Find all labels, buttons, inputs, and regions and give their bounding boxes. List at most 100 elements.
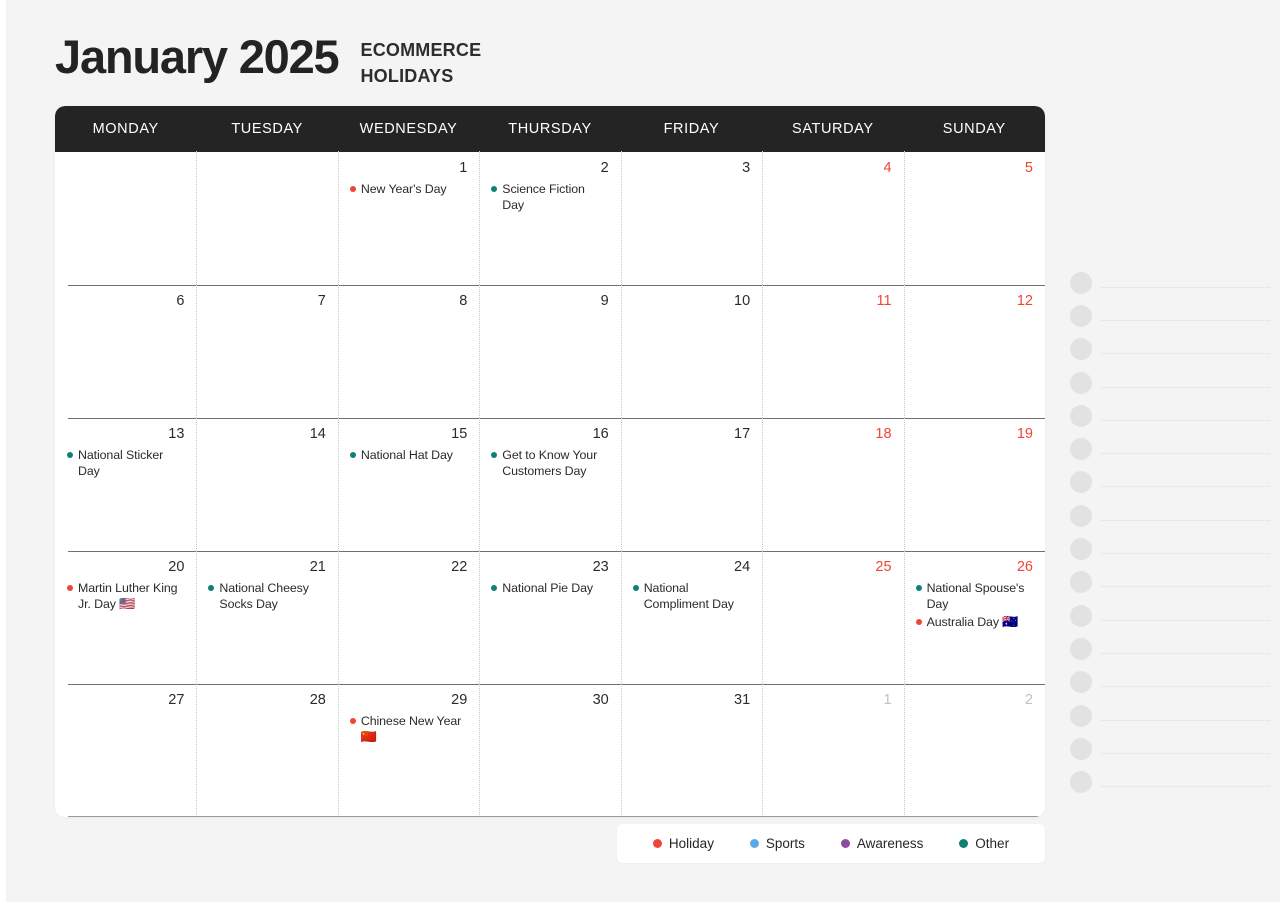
note-line[interactable]: [1070, 699, 1270, 732]
day-cell-4[interactable]: 4: [762, 151, 903, 285]
note-line[interactable]: [1070, 599, 1270, 632]
day-cell-27[interactable]: 27: [55, 684, 196, 817]
day-cell-3[interactable]: 3: [620, 151, 762, 285]
event-category-dot: [208, 585, 215, 591]
calendar-event[interactable]: Science Fiction Day: [491, 181, 608, 213]
day-number: 19: [1016, 426, 1033, 442]
note-line[interactable]: [1070, 466, 1270, 499]
calendar-event[interactable]: National Compliment Day: [632, 580, 750, 612]
note-line[interactable]: [1070, 632, 1270, 665]
day-cell-20[interactable]: 20 Martin Luther King Jr. Day 🇺🇸: [55, 551, 196, 684]
legend-item-sports[interactable]: Sports: [749, 836, 805, 851]
page-title: January 2025: [55, 30, 340, 83]
note-bullet-icon: [1070, 471, 1092, 494]
calendar-event[interactable]: Get to Know Your Customers Day: [491, 447, 608, 479]
day-number: 26: [1016, 559, 1033, 575]
note-writing-rule: [1101, 486, 1270, 488]
note-bullet-icon: [1070, 504, 1092, 527]
week-row: 6 7 8 9 10 11 12: [55, 284, 1045, 418]
calendar-event[interactable]: National Hat Day: [349, 447, 467, 463]
note-line[interactable]: [1070, 532, 1270, 565]
day-cell-15[interactable]: 15 National Hat Day: [337, 417, 479, 551]
day-cell-30[interactable]: 30: [479, 683, 620, 817]
day-cell-25[interactable]: 25: [762, 550, 903, 684]
calendar-event[interactable]: Australia Day 🇦🇺: [915, 614, 1033, 631]
day-cell-empty[interactable]: [196, 151, 337, 285]
day-cell-23[interactable]: 23 National Pie Day: [479, 550, 620, 684]
note-line[interactable]: [1070, 299, 1270, 332]
event-category-dot: [349, 186, 356, 192]
day-number: 3: [742, 160, 751, 176]
weekday-header-friday: FRIDAY: [663, 121, 720, 137]
note-line[interactable]: [1070, 266, 1270, 299]
day-cell-16[interactable]: 16 Get to Know Your Customers Day: [479, 417, 620, 551]
day-number: 14: [309, 426, 326, 442]
legend-item-holiday[interactable]: Holiday: [652, 836, 714, 851]
day-events: National Compliment Day: [632, 580, 750, 612]
day-events: New Year's Day: [349, 181, 467, 197]
note-bullet-icon: [1070, 404, 1092, 427]
day-cell-8[interactable]: 8: [337, 284, 479, 418]
day-cell-empty[interactable]: [55, 152, 196, 285]
day-number: 1: [883, 692, 892, 708]
page-header: January 2025 ECOMMERCE HOLIDAYS: [55, 32, 481, 89]
note-writing-rule: [1101, 419, 1270, 421]
day-cell-11[interactable]: 11: [762, 284, 903, 418]
day-cell-14[interactable]: 14: [196, 417, 337, 551]
note-writing-rule: [1101, 686, 1270, 688]
note-line[interactable]: [1070, 732, 1270, 765]
note-writing-rule: [1101, 652, 1270, 654]
day-number: 31: [734, 692, 751, 708]
day-number: 25: [875, 559, 892, 575]
day-cell-29[interactable]: 29 Chinese New Year 🇨🇳: [337, 683, 479, 817]
note-line[interactable]: [1070, 399, 1270, 432]
day-number: 2: [1024, 692, 1033, 708]
note-line[interactable]: [1070, 432, 1270, 465]
day-cell-26[interactable]: 26 National Spouse's Day Australia Day 🇦🇺: [903, 550, 1045, 684]
day-number: 11: [876, 293, 892, 309]
day-cell-2[interactable]: 2 Science Fiction Day: [479, 151, 620, 285]
day-cell-9[interactable]: 9: [479, 284, 620, 418]
note-writing-rule: [1101, 386, 1270, 388]
day-number: 21: [309, 559, 326, 575]
day-cell-17[interactable]: 17: [620, 417, 762, 551]
calendar-event[interactable]: National Pie Day: [491, 580, 608, 596]
day-cell-31[interactable]: 31: [620, 683, 762, 817]
note-line[interactable]: [1070, 499, 1270, 532]
day-cell-7[interactable]: 7: [196, 284, 337, 418]
day-number: 13: [168, 426, 185, 442]
note-line[interactable]: [1070, 765, 1270, 798]
note-line[interactable]: [1070, 333, 1270, 366]
legend-item-other[interactable]: Other: [959, 836, 1009, 851]
day-cell-28[interactable]: 28: [196, 683, 337, 817]
day-cell-21[interactable]: 21 National Cheesy Socks Day: [196, 550, 337, 684]
note-line[interactable]: [1070, 666, 1270, 699]
weekday-header-saturday: SATURDAY: [792, 121, 874, 137]
day-number: 8: [459, 293, 468, 309]
calendar-event[interactable]: National Cheesy Socks Day: [208, 580, 325, 612]
day-number: [208, 158, 325, 180]
day-cell-19[interactable]: 19: [903, 417, 1045, 551]
day-cell-1[interactable]: 1 New Year's Day: [337, 151, 479, 285]
calendar-event[interactable]: New Year's Day: [349, 181, 467, 197]
day-cell-6[interactable]: 6: [55, 285, 196, 418]
day-cell-12[interactable]: 12: [903, 284, 1045, 418]
legend-item-awareness[interactable]: Awareness: [840, 836, 923, 851]
day-cell-5[interactable]: 5: [903, 151, 1045, 285]
note-line[interactable]: [1070, 366, 1270, 399]
calendar-event[interactable]: Martin Luther King Jr. Day 🇺🇸: [67, 580, 184, 613]
event-category-dot: [349, 452, 356, 458]
day-cell-22[interactable]: 22: [337, 550, 479, 684]
day-cell-1[interactable]: 1: [762, 683, 903, 817]
day-cell-2[interactable]: 2: [903, 683, 1045, 817]
calendar-event[interactable]: Chinese New Year 🇨🇳: [349, 713, 467, 746]
day-cell-10[interactable]: 10: [620, 284, 762, 418]
day-cell-18[interactable]: 18: [762, 417, 903, 551]
calendar-event[interactable]: National Spouse's Day: [915, 580, 1033, 612]
calendar-event[interactable]: National Sticker Day: [67, 447, 184, 479]
event-label: National Spouse's Day: [926, 581, 1025, 612]
note-line[interactable]: [1070, 566, 1270, 599]
day-cell-24[interactable]: 24 National Compliment Day: [620, 550, 762, 684]
note-bullet-icon: [1070, 637, 1092, 660]
day-cell-13[interactable]: 13 National Sticker Day: [55, 418, 196, 551]
